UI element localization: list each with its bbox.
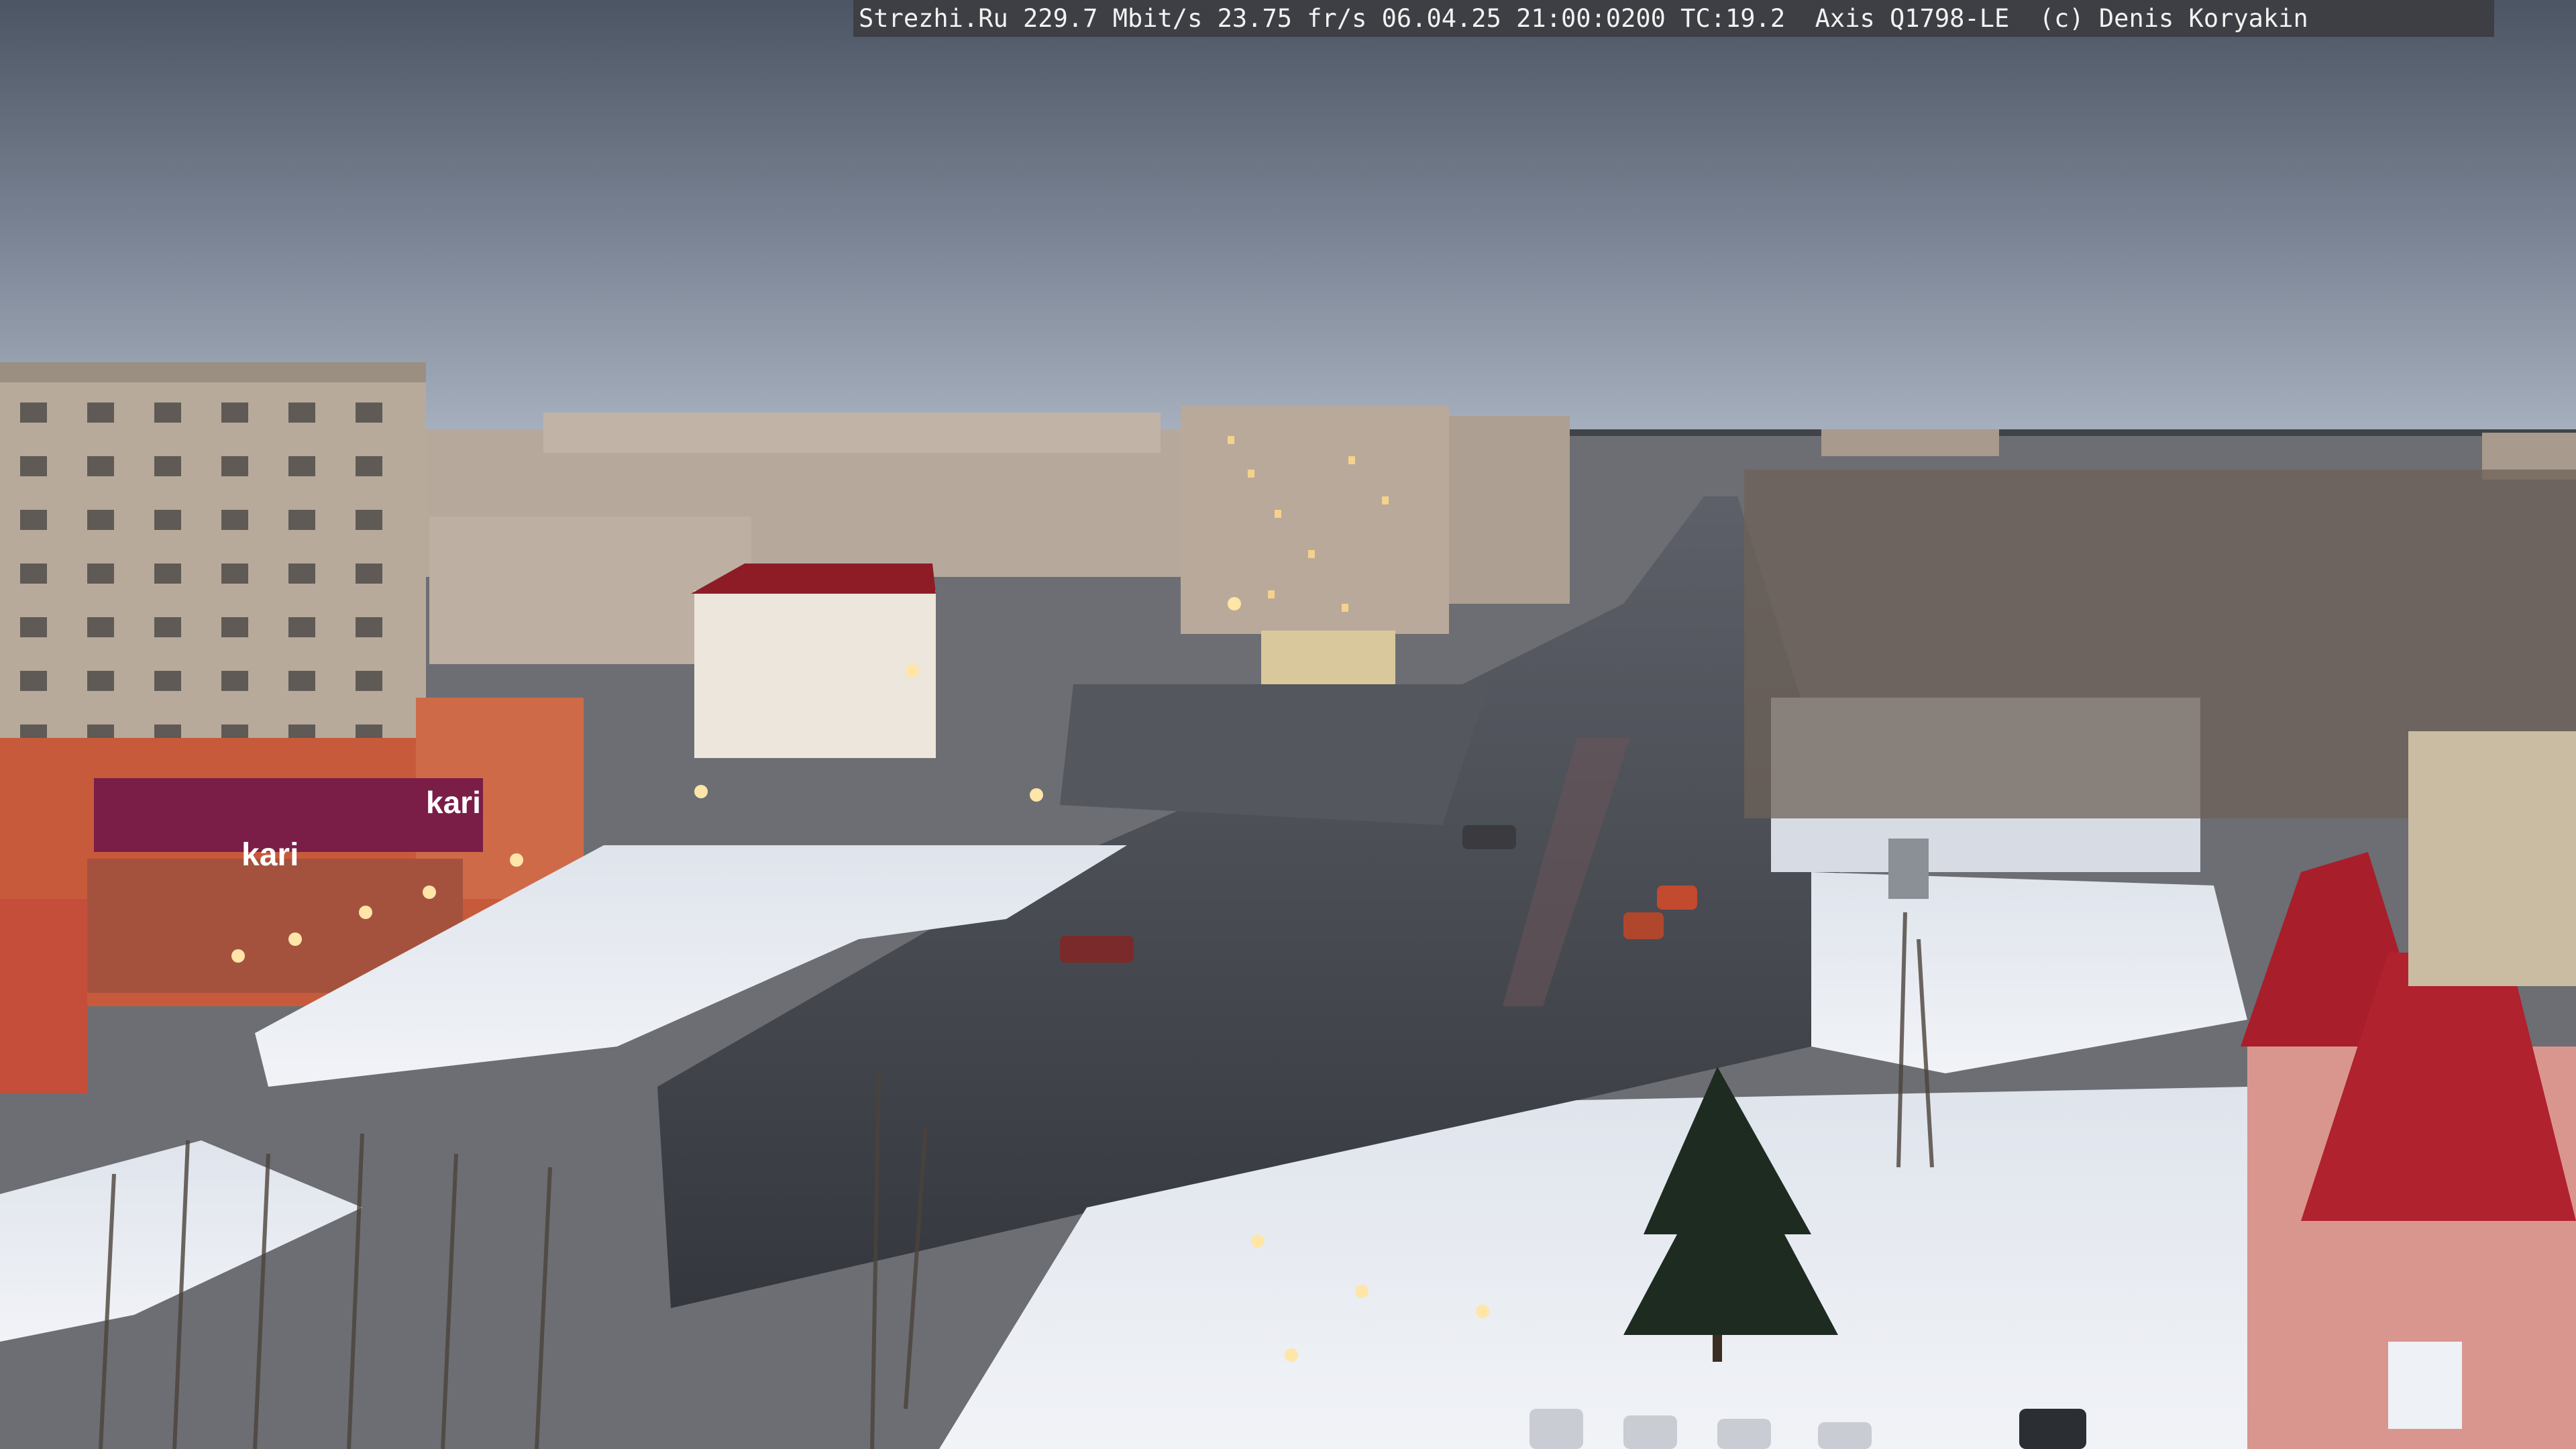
kari-sign: kari xyxy=(241,837,299,873)
red-roof-house xyxy=(691,564,936,758)
webcam-scene: kari kari xyxy=(0,0,2576,1449)
camera-info-overlay: Strezhi.Ru 229.7 Mbit/s 23.75 fr/s 06.04… xyxy=(853,0,2494,37)
monument xyxy=(1888,839,1929,899)
glass-building-right xyxy=(2408,731,2576,986)
parking-lot xyxy=(1060,684,1489,825)
white-building xyxy=(1261,631,1395,691)
kari-sign-upper: kari xyxy=(426,785,481,820)
